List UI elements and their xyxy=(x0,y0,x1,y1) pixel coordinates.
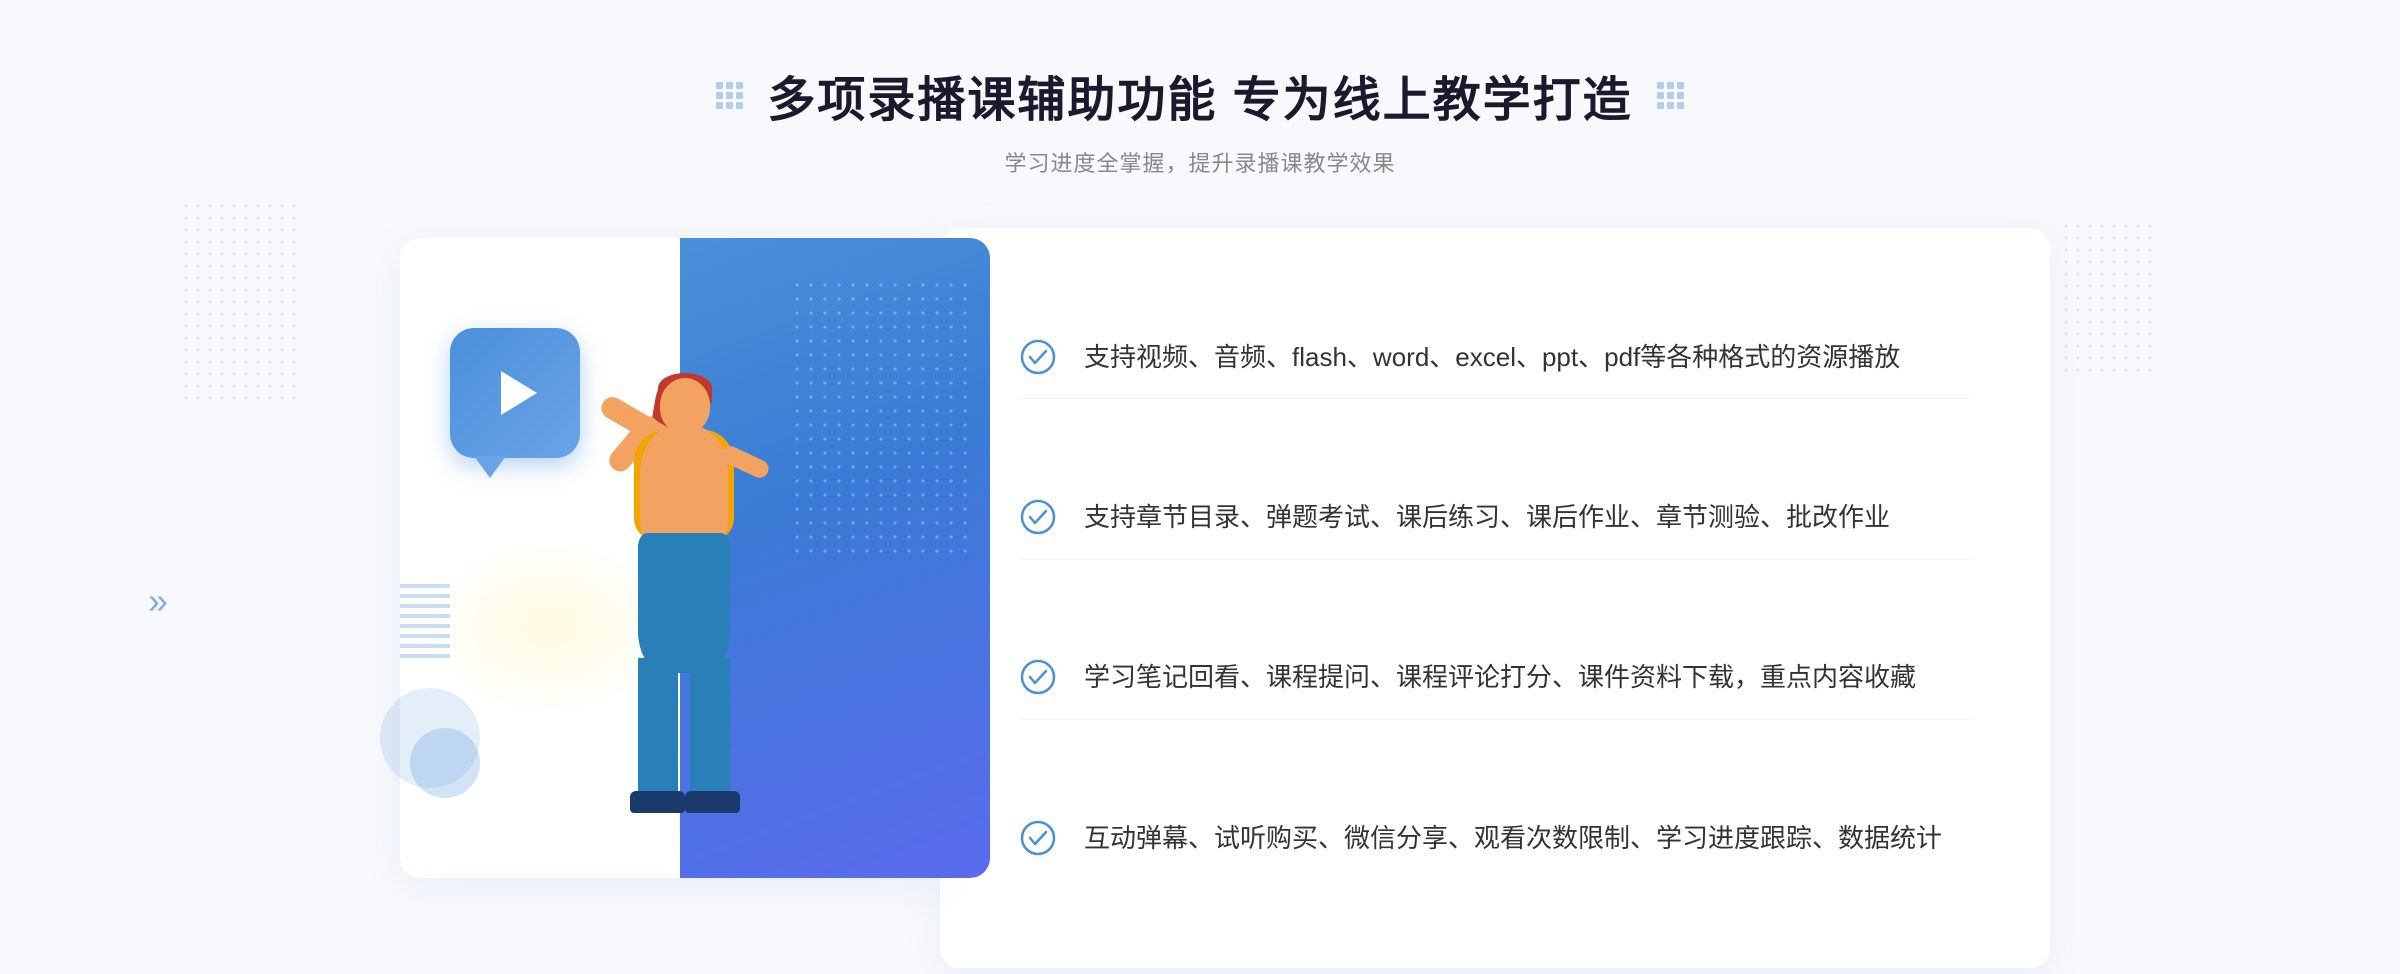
deco-lines-decoration xyxy=(400,578,460,658)
figure-head xyxy=(660,378,710,433)
bg-dots-left-decoration xyxy=(180,200,300,400)
feature-item-3: 学习笔记回看、课程提问、课程评论打分、课件资料下载，重点内容收藏 xyxy=(1020,637,1970,720)
check-circle-icon-3 xyxy=(1020,659,1056,695)
feature-item-1: 支持视频、音频、flash、word、excel、ppt、pdf等各种格式的资源… xyxy=(1020,317,1970,400)
feature-item-4: 互动弹幕、试听购买、微信分享、观看次数限制、学习进度跟踪、数据统计 xyxy=(1020,798,1970,880)
illustration-area: 《 xyxy=(350,238,970,918)
figure-body xyxy=(640,426,728,546)
bg-dots-right-decoration xyxy=(2060,220,2160,380)
check-circle-icon-2 xyxy=(1020,499,1056,535)
feature-item-2: 支持章节目录、弹题考试、课后练习、课后作业、章节测验、批改作业 xyxy=(1020,477,1970,560)
figure-shoe-left xyxy=(630,791,685,813)
subtitle: 学习进度全掌握，提升录播课教学效果 xyxy=(716,146,1683,178)
figure-pants xyxy=(638,533,730,673)
page-container: » 多项录播课辅助功能 专为线上教学打造 学习进度全掌握，提升录播课教学效果 《 xyxy=(0,0,2400,974)
check-circle-icon-4 xyxy=(1020,820,1056,856)
figure-leg-right xyxy=(690,658,730,798)
title-right-decorator xyxy=(1657,82,1684,109)
figure-shoe-right xyxy=(685,791,740,813)
feature-text-3: 学习笔记回看、课程提问、课程评论打分、课件资料下载，重点内容收藏 xyxy=(1084,657,1916,699)
figure-illustration xyxy=(530,378,810,858)
title-left-decorator xyxy=(716,82,743,109)
feature-text-2: 支持章节目录、弹题考试、课后练习、课后作业、章节测验、批改作业 xyxy=(1084,497,1890,539)
feature-text-1: 支持视频、音频、flash、word、excel、ppt、pdf等各种格式的资源… xyxy=(1084,337,1900,379)
chevron-left-icon: » xyxy=(148,580,168,622)
header-section: 多项录播课辅助功能 专为线上教学打造 学习进度全掌握，提升录播课教学效果 xyxy=(716,60,1683,178)
title-row: 多项录播课辅助功能 专为线上教学打造 xyxy=(716,60,1683,130)
features-panel: 支持视频、音频、flash、word、excel、ppt、pdf等各种格式的资源… xyxy=(940,228,2050,968)
feature-text-4: 互动弹幕、试听购买、微信分享、观看次数限制、学习进度跟踪、数据统计 xyxy=(1084,818,1942,860)
check-circle-icon-1 xyxy=(1020,339,1056,375)
deco-circle-small xyxy=(410,728,480,798)
figure-leg-left xyxy=(638,658,678,798)
main-content: 《 xyxy=(350,228,2050,968)
main-title: 多项录播课辅助功能 专为线上教学打造 xyxy=(767,60,1632,130)
